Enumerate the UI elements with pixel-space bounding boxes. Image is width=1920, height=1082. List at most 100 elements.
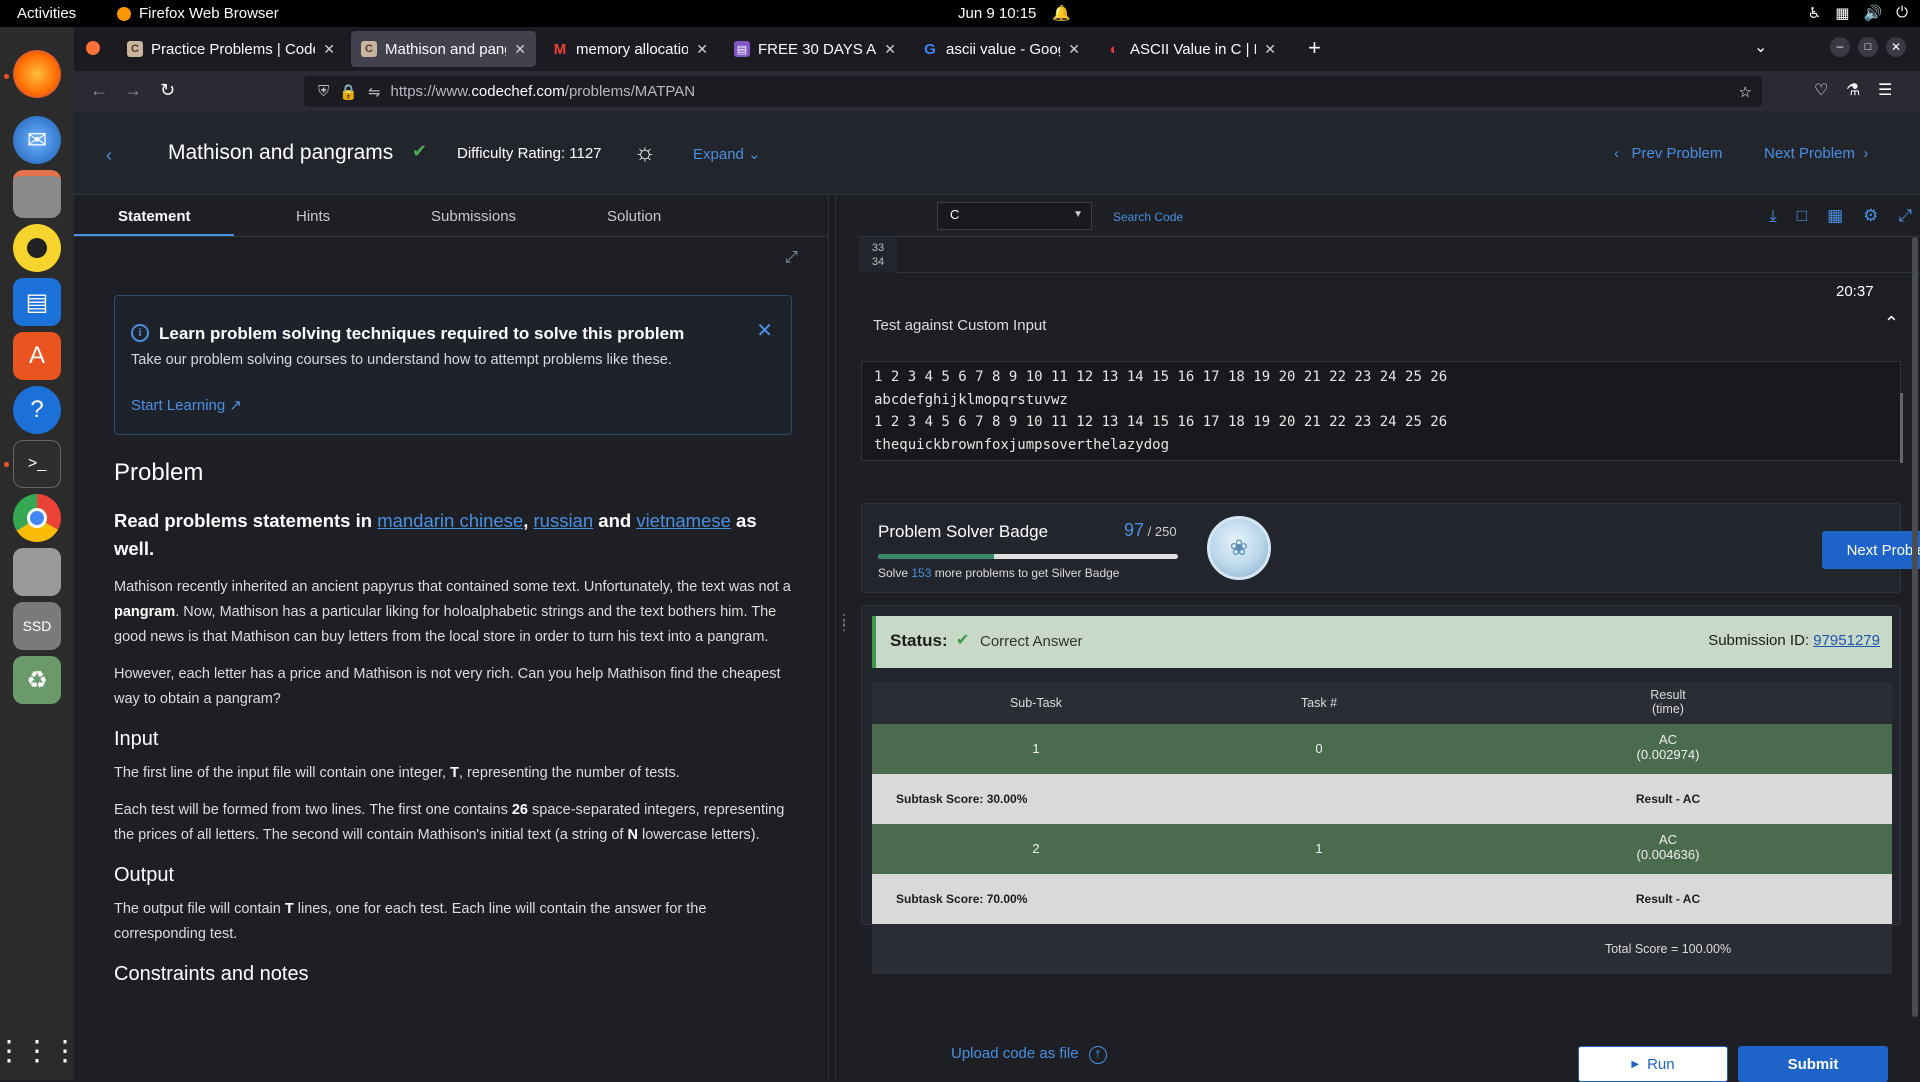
line-gutter: 33 34 [859, 237, 897, 273]
extensions-icon[interactable]: ⚗ [1846, 80, 1860, 100]
submission-id-link[interactable]: 97951279 [1813, 632, 1880, 649]
close-tab-icon[interactable]: ✕ [1264, 41, 1276, 58]
search-code-link[interactable]: Search Code [1113, 210, 1183, 224]
url-bar[interactable]: ⛨ 🔒 ⇋ https://www.codechef.com/problems/… [304, 76, 1762, 107]
prev-problem-button[interactable]: ‹ Prev Problem [1614, 145, 1722, 162]
bookmark-star-icon[interactable]: ☆ [1739, 83, 1752, 101]
tab-amazon[interactable]: ▤ FREE 30 DAYS Amazon W ✕ [724, 31, 906, 67]
software-dock-icon[interactable]: A [13, 332, 61, 380]
chrome-dock-icon[interactable] [13, 494, 61, 542]
chevron-up-icon[interactable]: ⌃ [1884, 313, 1899, 334]
close-tab-icon[interactable]: ✕ [323, 41, 335, 58]
link-vietnamese[interactable]: vietnamese [636, 510, 731, 531]
expand-button[interactable]: Expand ⌄ [693, 145, 761, 163]
volume-icon[interactable]: 🔊 [1863, 4, 1882, 22]
tab-statement[interactable]: Statement [118, 208, 191, 225]
tab-ascii-c[interactable]: ◐ ASCII Value in C | How Do ✕ [1096, 31, 1286, 67]
start-learning-link[interactable]: Start Learning ↗ [131, 396, 242, 414]
table-row: 1 0 AC (0.002974) [872, 724, 1892, 774]
system-tray[interactable]: ♿ ▦ 🔊 ⏻ [1808, 4, 1908, 22]
custom-input-header[interactable]: Test against Custom Input ⌃ [859, 311, 1899, 341]
active-tab-underline [74, 234, 234, 236]
firefox-view-icon[interactable] [86, 41, 100, 55]
drive-dock-icon[interactable] [13, 548, 61, 596]
close-window-icon[interactable]: ✕ [1886, 37, 1906, 57]
link-russian[interactable]: russian [534, 510, 594, 531]
running-indicator [4, 74, 9, 79]
clock[interactable]: Jun 9 10:15 [958, 5, 1036, 22]
link-mandarin[interactable]: mandarin chinese [377, 510, 523, 531]
panel-divider[interactable] [828, 195, 836, 1080]
custom-input-title: Test against Custom Input [873, 317, 1047, 334]
back-chevron-icon[interactable]: ‹ [106, 145, 112, 166]
tab-solution[interactable]: Solution [607, 208, 661, 225]
firefox-dock-icon[interactable] [13, 50, 61, 98]
writer-dock-icon[interactable]: ▤ [13, 278, 61, 326]
fullscreen-icon[interactable]: ⤢ [1898, 206, 1912, 226]
scrollbar[interactable] [1900, 393, 1903, 463]
language-select[interactable]: C ▼ [937, 202, 1092, 230]
maximize-icon[interactable]: □ [1858, 37, 1878, 57]
reload-icon[interactable]: ↻ [160, 80, 175, 101]
subtask-score-row: Subtask Score: 30.00% Result - AC [872, 774, 1892, 824]
download-icon[interactable]: ⤓ [1769, 206, 1777, 226]
next-problem-link[interactable]: Next Problem › [1764, 145, 1868, 162]
fullscreen-expand-icon[interactable]: ⤢ [785, 249, 798, 267]
comment-icon[interactable]: □ [1797, 206, 1807, 226]
files-dock-icon[interactable] [13, 170, 61, 218]
save-icon[interactable]: ▦ [1827, 206, 1843, 226]
minimize-icon[interactable]: – [1830, 37, 1850, 57]
list-tabs-chevron-icon[interactable]: ⌄ [1754, 37, 1767, 57]
custom-input-textarea[interactable]: 1 2 3 4 5 6 7 8 9 10 11 12 13 14 15 16 1… [861, 361, 1901, 461]
app-grid-icon[interactable]: ⋮⋮⋮ [0, 1026, 79, 1074]
gear-icon[interactable]: ⚙ [1863, 206, 1878, 226]
lock-icon[interactable]: 🔒 [339, 83, 358, 101]
help-dock-icon[interactable]: ? [13, 386, 61, 434]
play-icon: ▶ [1631, 1058, 1640, 1070]
translations-note: Read problems statements in mandarin chi… [114, 510, 757, 559]
app-menu[interactable]: Firefox Web Browser [117, 5, 279, 22]
submit-button[interactable]: Submit [1738, 1046, 1888, 1082]
tab-mathison[interactable]: C Mathison and pangrams - ✕ [351, 31, 536, 67]
run-button[interactable]: ▶ Run [1578, 1046, 1728, 1082]
page-scrollbar[interactable] [1912, 237, 1918, 1017]
difficulty-rating: Difficulty Rating: 1127 [457, 145, 602, 162]
trash-dock-icon[interactable]: ♻ [13, 656, 61, 704]
permissions-icon[interactable]: ⇋ [368, 83, 381, 101]
menu-hamburger-icon[interactable]: ☰ [1878, 80, 1892, 100]
badge-score: 97 / 250 [1124, 520, 1177, 540]
drag-handle-icon[interactable]: ⋮ ⋮ [837, 612, 851, 632]
code-editor[interactable] [897, 237, 1920, 273]
new-tab-icon[interactable]: + [1308, 35, 1321, 61]
status-bar: Status: ✔ Correct Answer Submission ID: … [872, 616, 1892, 668]
close-tab-icon[interactable]: ✕ [696, 41, 708, 58]
close-tab-icon[interactable]: ✕ [514, 41, 526, 58]
power-icon[interactable]: ⏻ [1896, 4, 1908, 22]
activities-button[interactable]: Activities [17, 5, 76, 22]
next-problem-button[interactable]: Next Problem [1822, 531, 1920, 569]
theme-sun-icon[interactable]: ☼ [634, 139, 656, 167]
problem-heading: Problem [114, 459, 204, 486]
thunderbird-dock-icon[interactable]: ✉ [13, 116, 61, 164]
terminal-dock-icon[interactable]: >_ [13, 440, 61, 488]
tab-practice-problems[interactable]: C Practice Problems | Code ✕ [117, 31, 345, 67]
input-paragraph: Each test will be formed from two lines.… [114, 802, 785, 843]
close-icon[interactable]: ✕ [756, 318, 773, 343]
check-icon: ✔ [956, 632, 970, 649]
tab-memory-allocation[interactable]: M memory allocation techni ✕ [542, 31, 718, 67]
rhythmbox-dock-icon[interactable] [13, 224, 61, 272]
close-tab-icon[interactable]: ✕ [1068, 41, 1080, 58]
accessibility-icon[interactable]: ♿ [1808, 4, 1821, 22]
tab-hints[interactable]: Hints [296, 208, 330, 225]
shield-icon[interactable]: ⛨ [318, 83, 329, 100]
tab-ascii-google[interactable]: G ascii value - Google Searc ✕ [912, 31, 1090, 67]
upload-code-link[interactable]: Upload code as file ⤒ [951, 1045, 1107, 1064]
notification-bell-icon[interactable]: 🔔 [1052, 4, 1071, 22]
network-icon[interactable]: ▦ [1835, 4, 1849, 22]
back-arrow-icon[interactable]: ← [90, 80, 108, 101]
close-tab-icon[interactable]: ✕ [884, 41, 896, 58]
tab-submissions[interactable]: Submissions [431, 208, 516, 225]
pocket-icon[interactable]: ♡ [1814, 80, 1828, 100]
forward-arrow-icon[interactable]: → [124, 80, 142, 101]
ssd-dock-icon[interactable]: SSD [13, 602, 61, 650]
